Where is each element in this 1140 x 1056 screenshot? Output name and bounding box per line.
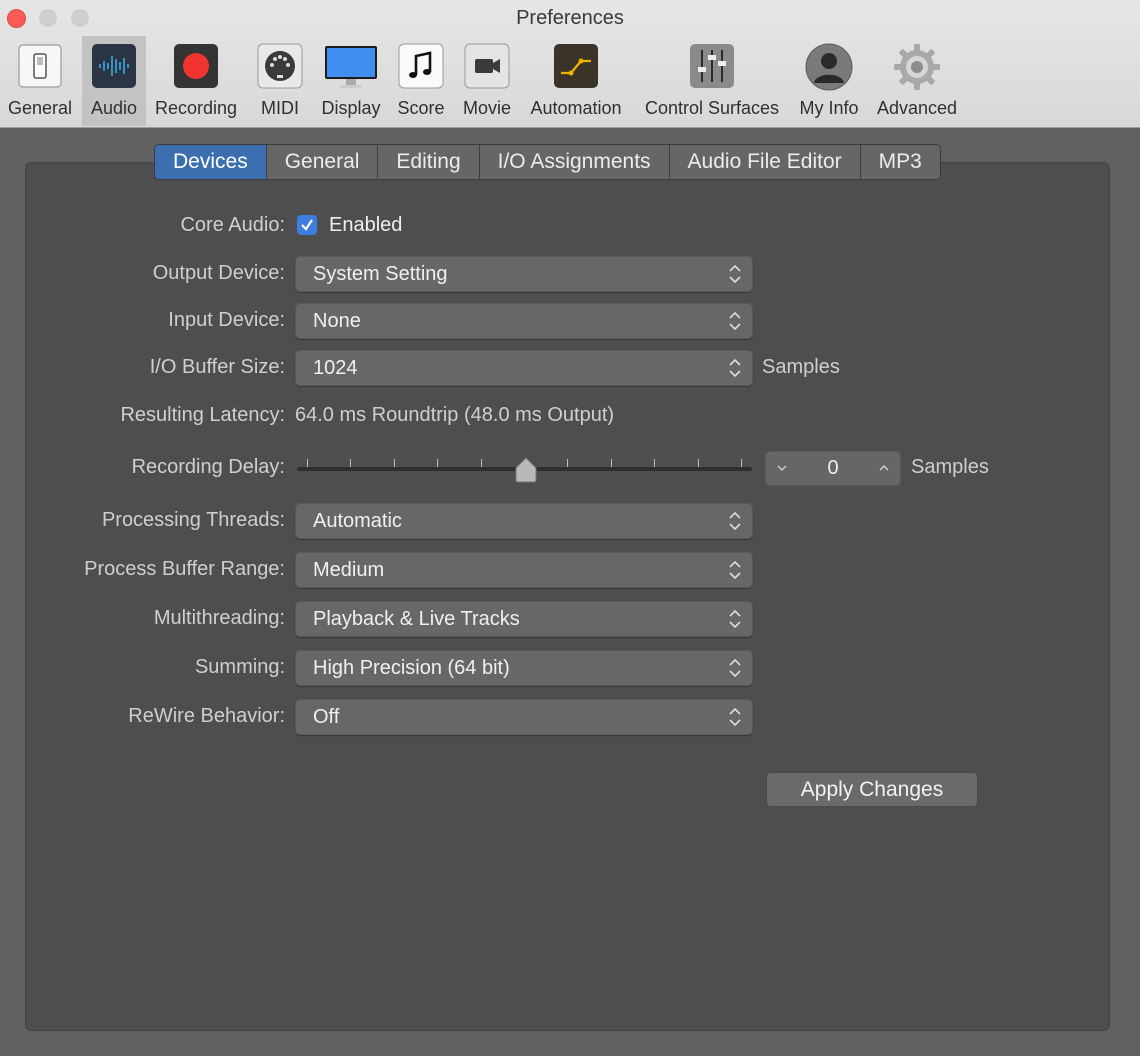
up-down-arrows-icon (729, 560, 741, 580)
toolbar-label-general: General (7, 98, 73, 118)
tab-mp3[interactable]: MP3 (860, 145, 940, 179)
up-down-arrows-icon (729, 358, 741, 378)
process-buffer-popup[interactable]: Medium (295, 552, 753, 588)
tab-general[interactable]: General (266, 145, 379, 179)
toolbar-item-display[interactable]: Display (317, 36, 385, 126)
up-down-arrows-icon (729, 609, 741, 629)
buffer-size-unit: Samples (762, 356, 840, 378)
toolbar-item-my-info[interactable]: My Info (795, 36, 863, 126)
slider-thumb[interactable] (514, 456, 538, 484)
output-device-popup[interactable]: System Setting (295, 256, 753, 292)
toolbar-label-score: Score (397, 98, 445, 118)
toolbar-label-midi: MIDI (261, 98, 299, 118)
toolbar-label-recording: Recording (154, 98, 238, 118)
input-device-value: None (313, 310, 361, 332)
input-device-label: Input Device: (168, 309, 285, 331)
toolbar-item-recording[interactable]: Recording (150, 36, 242, 126)
slider-tick (350, 459, 352, 467)
recording-delay-stepper[interactable]: 0 (765, 451, 901, 486)
chevron-up-icon[interactable] (878, 463, 890, 473)
rewire-label: ReWire Behavior: (128, 705, 285, 727)
monitor-icon (325, 46, 377, 88)
recording-delay-label: Recording Delay: (131, 456, 285, 478)
core-audio-label: Core Audio: (180, 214, 285, 236)
toolbar-item-advanced[interactable]: Advanced (871, 36, 963, 126)
up-down-arrows-icon (729, 311, 741, 331)
record-icon (174, 44, 218, 88)
waveform-icon (92, 44, 136, 88)
core-audio-checkbox[interactable] (297, 215, 317, 235)
slider-tick (437, 459, 439, 467)
toolbar-item-midi[interactable]: MIDI (254, 36, 306, 126)
summing-label: Summing: (194, 656, 285, 678)
up-down-arrows-icon (729, 264, 741, 284)
up-down-arrows-icon (729, 658, 741, 678)
summing-popup[interactable]: High Precision (64 bit) (295, 650, 753, 686)
toolbar: Preferences General Audio Recording MIDI… (0, 0, 1140, 128)
switch-icon (18, 44, 62, 88)
processing-threads-popup[interactable]: Automatic (295, 503, 753, 539)
toolbar-item-audio[interactable]: Audio (82, 36, 146, 126)
input-device-popup[interactable]: None (295, 303, 753, 339)
multithreading-popup[interactable]: Playback & Live Tracks (295, 601, 753, 637)
tab-audio-file-editor[interactable]: Audio File Editor (669, 145, 861, 179)
buffer-size-value: 1024 (313, 357, 358, 379)
latency-value: 64.0 ms Roundtrip (48.0 ms Output) (295, 404, 615, 426)
up-down-arrows-icon (729, 707, 741, 727)
rewire-value: Off (313, 706, 340, 728)
toolbar-item-automation[interactable]: Automation (525, 36, 627, 126)
latency-label: Resulting Latency: (120, 404, 285, 426)
person-icon (805, 43, 853, 91)
multithreading-value: Playback & Live Tracks (313, 608, 520, 630)
toolbar-label-control-surfaces: Control Surfaces (644, 98, 780, 118)
tab-editing[interactable]: Editing (378, 145, 480, 179)
slider-tick (307, 459, 308, 467)
buffer-size-popup[interactable]: 1024 (295, 350, 753, 386)
toolbar-label-automation: Automation (530, 98, 622, 118)
core-audio-enabled-label[interactable]: Enabled (329, 214, 402, 237)
buffer-size-label: I/O Buffer Size: (149, 356, 285, 378)
tab-bar: Devices General Editing I/O Assignments … (154, 144, 941, 180)
music-note-icon (398, 43, 444, 89)
toolbar-label-movie: Movie (462, 98, 511, 118)
devices-panel (25, 162, 1110, 1031)
faders-icon (690, 44, 734, 88)
toolbar-item-control-surfaces[interactable]: Control Surfaces (637, 36, 787, 126)
multithreading-label: Multithreading: (153, 607, 285, 629)
output-device-value: System Setting (313, 263, 448, 285)
gear-icon (894, 44, 940, 90)
slider-tick (480, 459, 482, 467)
toolbar-label-audio: Audio (90, 98, 138, 118)
window-title: Preferences (516, 7, 624, 29)
process-buffer-label: Process Buffer Range: (84, 558, 285, 580)
slider-tick (610, 459, 612, 467)
midi-icon (257, 43, 303, 89)
tab-io-assignments[interactable]: I/O Assignments (479, 145, 670, 179)
apply-changes-button[interactable]: Apply Changes (766, 772, 978, 807)
toolbar-item-score[interactable]: Score (394, 36, 448, 126)
output-device-label: Output Device: (152, 262, 285, 284)
slider-tick (393, 459, 395, 467)
slider-tick (654, 459, 656, 467)
camera-icon (464, 43, 510, 89)
rewire-popup[interactable]: Off (295, 699, 753, 735)
slider-tick (741, 459, 742, 467)
toolbar-item-general[interactable]: General (3, 36, 77, 126)
process-buffer-value: Medium (313, 559, 385, 581)
toolbar-label-display: Display (321, 98, 381, 118)
preferences-window: Preferences General Audio Recording MIDI… (0, 0, 1140, 1056)
summing-value: High Precision (64 bit) (313, 657, 510, 679)
up-down-arrows-icon (729, 511, 741, 531)
toolbar-label-advanced: Advanced (876, 98, 958, 118)
checkmark-icon (301, 219, 313, 231)
processing-threads-value: Automatic (313, 510, 402, 532)
toolbar-label-my-info: My Info (799, 98, 859, 118)
slider-tick (697, 459, 699, 467)
automation-icon (554, 44, 598, 88)
recording-delay-unit: Samples (911, 456, 989, 478)
processing-threads-label: Processing Threads: (101, 509, 285, 531)
toolbar-item-movie[interactable]: Movie (459, 36, 515, 126)
slider-tick (567, 459, 569, 467)
tab-devices[interactable]: Devices (155, 145, 267, 179)
